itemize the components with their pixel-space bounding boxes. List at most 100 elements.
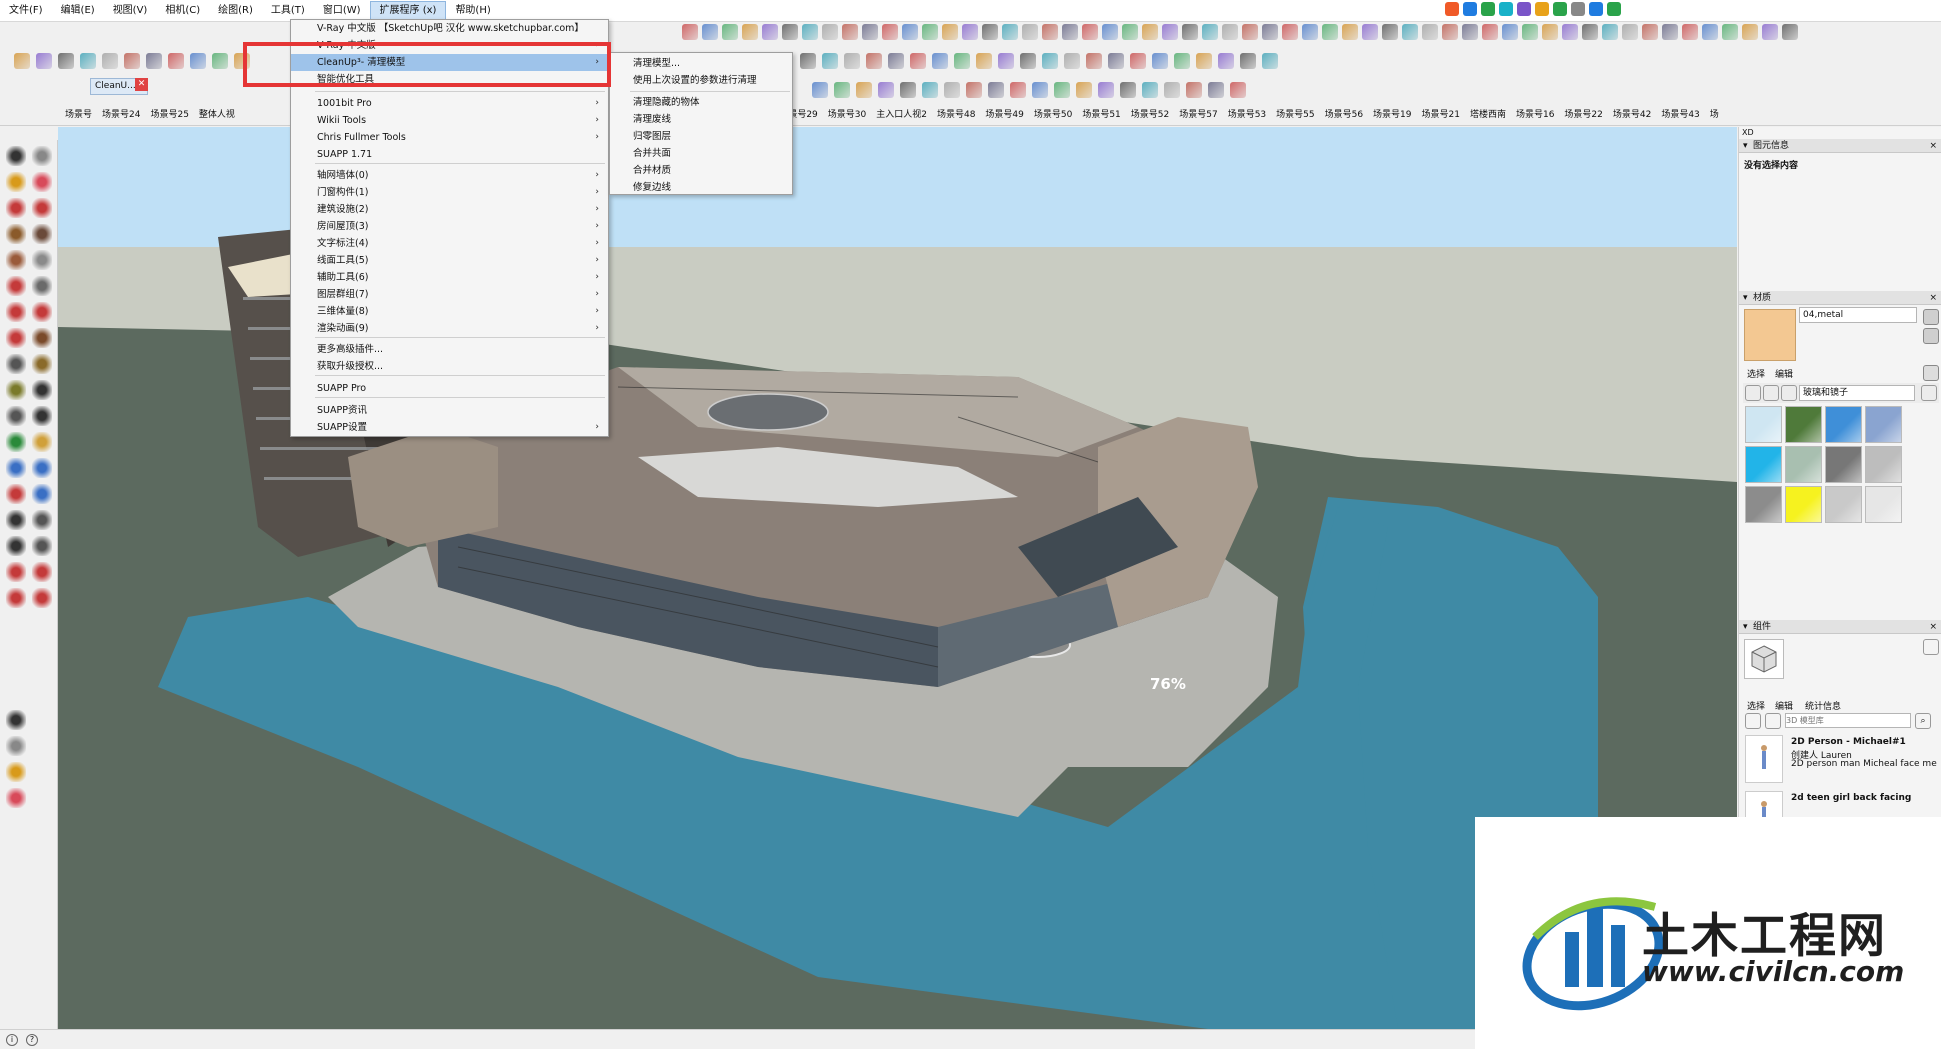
ime-icon[interactable] [1481, 2, 1495, 16]
toolbar-tool-icon[interactable] [1542, 24, 1558, 40]
extension-menu-item[interactable]: 文字标注(4) › [291, 235, 608, 252]
toolbar-tool-icon[interactable] [866, 53, 882, 69]
toolbar-tool-icon[interactable] [1682, 24, 1698, 40]
toolbar-tool-icon[interactable] [58, 53, 74, 69]
material-swatch[interactable] [1785, 486, 1822, 523]
toolbar-tool-icon[interactable] [1098, 82, 1114, 98]
scene-tab[interactable]: 场 [1705, 107, 1724, 125]
toolbar-tool-icon[interactable] [1032, 82, 1048, 98]
toolbar-tool-icon[interactable] [1064, 53, 1080, 69]
toolbar-tool-icon[interactable] [1002, 24, 1018, 40]
toolbar-tool-icon[interactable] [1082, 24, 1098, 40]
scene-tab[interactable]: 场景号43 [1656, 107, 1704, 125]
components-edit-tab[interactable]: 编辑 [1775, 699, 1793, 712]
left-tool-icon[interactable] [6, 588, 26, 608]
toolbar-tool-icon[interactable] [1782, 24, 1798, 40]
toolbar-tool-icon[interactable] [862, 24, 878, 40]
toolbar-tool-icon[interactable] [966, 82, 982, 98]
left-tool-icon[interactable] [6, 146, 26, 166]
left-tool-icon[interactable] [6, 406, 26, 426]
cleanup-submenu-item[interactable]: 使用上次设置的参数进行清理 [610, 73, 792, 89]
close-icon[interactable]: × [1929, 139, 1937, 153]
material-name-field[interactable]: 04,metal [1799, 307, 1917, 323]
close-icon[interactable]: × [1929, 620, 1937, 634]
ime-icon[interactable] [1445, 2, 1459, 16]
ime-icon[interactable] [1517, 2, 1531, 16]
ime-icon[interactable] [1607, 2, 1621, 16]
left-tool-icon[interactable] [32, 380, 52, 400]
scene-tab[interactable]: 场景号55 [1271, 107, 1319, 125]
toolbar-tool-icon[interactable] [1642, 24, 1658, 40]
toolbar-tool-icon[interactable] [124, 53, 140, 69]
menu-2[interactable]: 视图(V) [104, 0, 157, 22]
toolbar-tool-icon[interactable] [1662, 24, 1678, 40]
toolbar-tool-icon[interactable] [80, 53, 96, 69]
left-tool-icon[interactable] [32, 354, 52, 374]
toolbar-tool-icon[interactable] [14, 53, 30, 69]
toolbar-tool-icon[interactable] [1230, 82, 1246, 98]
extension-menu-item[interactable]: 门窗构件(1) › [291, 184, 608, 201]
extension-menu-item[interactable]: V-Ray 中文版 【SketchUp吧 汉化 www.sketchupbar.… [291, 20, 608, 37]
toolbar-tool-icon[interactable] [1062, 24, 1078, 40]
cleanup-submenu-item[interactable]: 合并材质 [610, 163, 792, 179]
extension-menu-item[interactable]: 图层群组(7) › [291, 286, 608, 303]
close-icon[interactable]: × [1929, 291, 1937, 305]
toolbar-tool-icon[interactable] [1462, 24, 1478, 40]
toolbar-tool-icon[interactable] [1502, 24, 1518, 40]
toolbar-tool-icon[interactable] [1196, 53, 1212, 69]
left-tool-icon[interactable] [6, 458, 26, 478]
scene-tab[interactable]: 场景号30 [823, 107, 871, 125]
toolbar-tool-icon[interactable] [1322, 24, 1338, 40]
toolbar-tool-icon[interactable] [1522, 24, 1538, 40]
scene-tab[interactable]: 场景号25 [145, 107, 193, 125]
left-tool-icon[interactable] [6, 736, 26, 756]
scene-tab[interactable]: 场景号53 [1223, 107, 1271, 125]
toolbar-tool-icon[interactable] [1362, 24, 1378, 40]
left-tool-icon[interactable] [32, 198, 52, 218]
ime-icon[interactable] [1499, 2, 1513, 16]
material-swatch[interactable] [1825, 406, 1862, 443]
toolbar-tool-icon[interactable] [902, 24, 918, 40]
components-header[interactable]: 组件 × [1739, 620, 1941, 634]
left-tool-icon[interactable] [6, 302, 26, 322]
left-tool-icon[interactable] [6, 510, 26, 530]
materials-select-tab[interactable]: 选择 [1747, 367, 1765, 380]
toolbar-tool-icon[interactable] [782, 24, 798, 40]
toolbar-tool-icon[interactable] [1042, 24, 1058, 40]
toolbar-tool-icon[interactable] [1182, 24, 1198, 40]
toolbar-tool-icon[interactable] [888, 53, 904, 69]
toolbar-tool-icon[interactable] [1222, 24, 1238, 40]
toolbar-tool-icon[interactable] [976, 53, 992, 69]
toolbar-tool-icon[interactable] [1054, 82, 1070, 98]
toolbar-tool-icon[interactable] [1762, 24, 1778, 40]
left-tool-icon[interactable] [6, 562, 26, 582]
toolbar-tool-icon[interactable] [842, 24, 858, 40]
toolbar-tool-icon[interactable] [954, 53, 970, 69]
material-swatch[interactable] [1825, 446, 1862, 483]
toolbar-tool-icon[interactable] [812, 82, 828, 98]
toolbar-tool-icon[interactable] [762, 24, 778, 40]
components-stats-tab[interactable]: 统计信息 [1805, 699, 1841, 712]
material-swatch[interactable] [1785, 446, 1822, 483]
toolbar-tool-icon[interactable] [1742, 24, 1758, 40]
left-tool-icon[interactable] [6, 250, 26, 270]
cleanup-submenu-item[interactable]: 清理隐藏的物体 [610, 95, 792, 111]
toolbar-tool-icon[interactable] [1164, 82, 1180, 98]
toolbar-tool-icon[interactable] [1130, 53, 1146, 69]
cleanup-submenu-item[interactable]: 清理模型... [610, 56, 792, 72]
menu-0[interactable]: 文件(F) [0, 0, 52, 22]
toolbar-tool-icon[interactable] [822, 53, 838, 69]
toolbar-tool-icon[interactable] [1262, 53, 1278, 69]
extension-menu-item[interactable]: 线面工具(5) › [291, 252, 608, 269]
toolbar-tool-icon[interactable] [1382, 24, 1398, 40]
left-tool-icon[interactable] [32, 250, 52, 270]
extension-menu-item[interactable]: 更多高级插件... [291, 341, 608, 358]
left-tool-icon[interactable] [6, 762, 26, 782]
component-thumbnail[interactable] [1745, 735, 1783, 783]
left-tool-icon[interactable] [6, 224, 26, 244]
ime-icon[interactable] [1553, 2, 1567, 16]
extension-menu-item[interactable]: SUAPP Pro [291, 380, 608, 397]
material-swatch[interactable] [1865, 446, 1902, 483]
scene-tab[interactable]: 场景号42 [1608, 107, 1656, 125]
search-icon[interactable]: ⌕ [1915, 713, 1931, 729]
